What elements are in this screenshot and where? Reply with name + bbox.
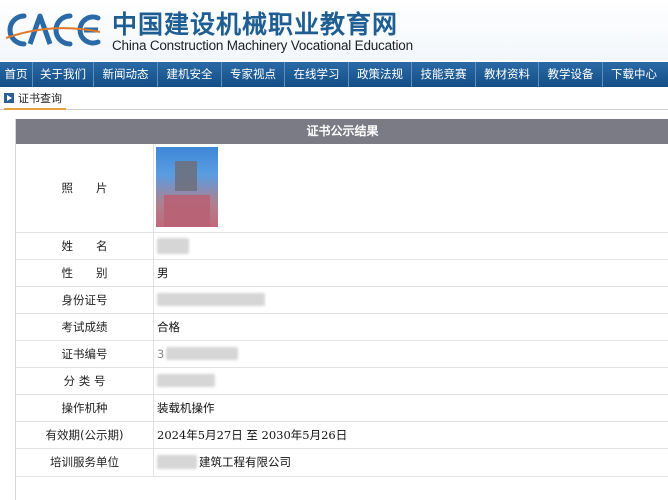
table-row-photo: 照 片 bbox=[16, 144, 668, 233]
training-unit-visible: 建筑工程有限公司 bbox=[199, 455, 291, 469]
table-row-gender: 性 别 男 bbox=[16, 259, 668, 287]
row-value-certificate-number: 3 bbox=[157, 340, 239, 367]
row-label: 姓 名 bbox=[16, 232, 154, 259]
row-label: 有效期(公示期) bbox=[16, 421, 154, 448]
row-label: 分 类 号 bbox=[16, 367, 154, 394]
certificate-result-table: 证书公示结果 照 片 姓 名 性 别 男 身份证号 考试成绩 合格 证书编号 3… bbox=[15, 119, 668, 500]
table-row-training-unit: 培训服务单位 建筑工程有限公司 bbox=[16, 448, 668, 477]
row-value-category-number bbox=[157, 367, 215, 394]
redacted-value bbox=[157, 374, 215, 387]
nav-item-safety[interactable]: 建机安全 bbox=[158, 62, 222, 87]
table-row-certificate-number: 证书编号 3 bbox=[16, 340, 668, 368]
table-row-exam-result: 考试成绩 合格 bbox=[16, 313, 668, 341]
redacted-value bbox=[166, 347, 239, 360]
result-title: 证书公示结果 bbox=[16, 119, 668, 144]
breadcrumb-bar: 证书查询 bbox=[0, 88, 668, 110]
table-row-machine-type: 操作机种 装载机操作 bbox=[16, 394, 668, 422]
redacted-value bbox=[157, 237, 189, 254]
nav-item-news[interactable]: 新闻动态 bbox=[94, 62, 158, 87]
row-value-training-unit: 建筑工程有限公司 bbox=[157, 448, 291, 476]
site-title-chinese: 中国建设机械职业教育网 bbox=[112, 10, 399, 39]
nav-item-competition[interactable]: 技能竞赛 bbox=[412, 62, 476, 87]
row-value-exam-result: 合格 bbox=[157, 319, 180, 334]
row-value-validity: 2024年5月27日 至 2030年5月26日 bbox=[157, 427, 348, 442]
nav-item-online-learning[interactable]: 在线学习 bbox=[285, 62, 349, 87]
row-label: 身份证号 bbox=[16, 286, 154, 313]
site-title-english: China Construction Machinery Vocational … bbox=[112, 38, 413, 53]
nav-item-home[interactable]: 首页 bbox=[0, 62, 33, 87]
nav-item-about[interactable]: 关于我们 bbox=[33, 62, 94, 87]
row-label: 考试成绩 bbox=[16, 313, 154, 340]
row-label: 培训服务单位 bbox=[16, 448, 154, 476]
page: 中国建设机械职业教育网 China Construction Machinery… bbox=[0, 0, 668, 500]
site-logo[interactable] bbox=[4, 8, 102, 52]
nav-item-policy[interactable]: 政策法规 bbox=[349, 62, 412, 87]
nav-item-materials[interactable]: 教材资料 bbox=[476, 62, 539, 87]
row-value-gender: 男 bbox=[157, 265, 169, 280]
site-header: 中国建设机械职业教育网 China Construction Machinery… bbox=[0, 0, 668, 60]
row-label: 照 片 bbox=[16, 144, 154, 232]
holder-photo bbox=[156, 147, 218, 227]
row-value-machine-type: 装载机操作 bbox=[157, 400, 215, 415]
redacted-value bbox=[157, 293, 265, 306]
table-row-category-number: 分 类 号 bbox=[16, 367, 668, 395]
table-row-name: 姓 名 bbox=[16, 232, 668, 260]
nav-item-downloads[interactable]: 下载中心 bbox=[603, 62, 665, 87]
certificate-number-visible: 3 bbox=[157, 346, 165, 361]
row-label: 性 别 bbox=[16, 259, 154, 286]
table-row-validity: 有效期(公示期) 2024年5月27日 至 2030年5月26日 bbox=[16, 421, 668, 449]
row-value-name bbox=[157, 232, 189, 259]
row-label: 证书编号 bbox=[16, 340, 154, 367]
redacted-value bbox=[157, 455, 197, 469]
main-nav: 首页 关于我们 新闻动态 建机安全 专家视点 在线学习 政策法规 技能竞赛 教材… bbox=[0, 62, 668, 87]
nav-item-experts[interactable]: 专家视点 bbox=[222, 62, 285, 87]
table-row-id-number: 身份证号 bbox=[16, 286, 668, 314]
breadcrumb-label: 证书查询 bbox=[18, 92, 62, 105]
arrow-right-icon bbox=[4, 93, 14, 103]
breadcrumb[interactable]: 证书查询 bbox=[4, 88, 66, 110]
nav-item-equipment[interactable]: 教学设备 bbox=[539, 62, 603, 87]
row-value-id-number bbox=[157, 286, 265, 313]
row-label: 操作机种 bbox=[16, 394, 154, 421]
